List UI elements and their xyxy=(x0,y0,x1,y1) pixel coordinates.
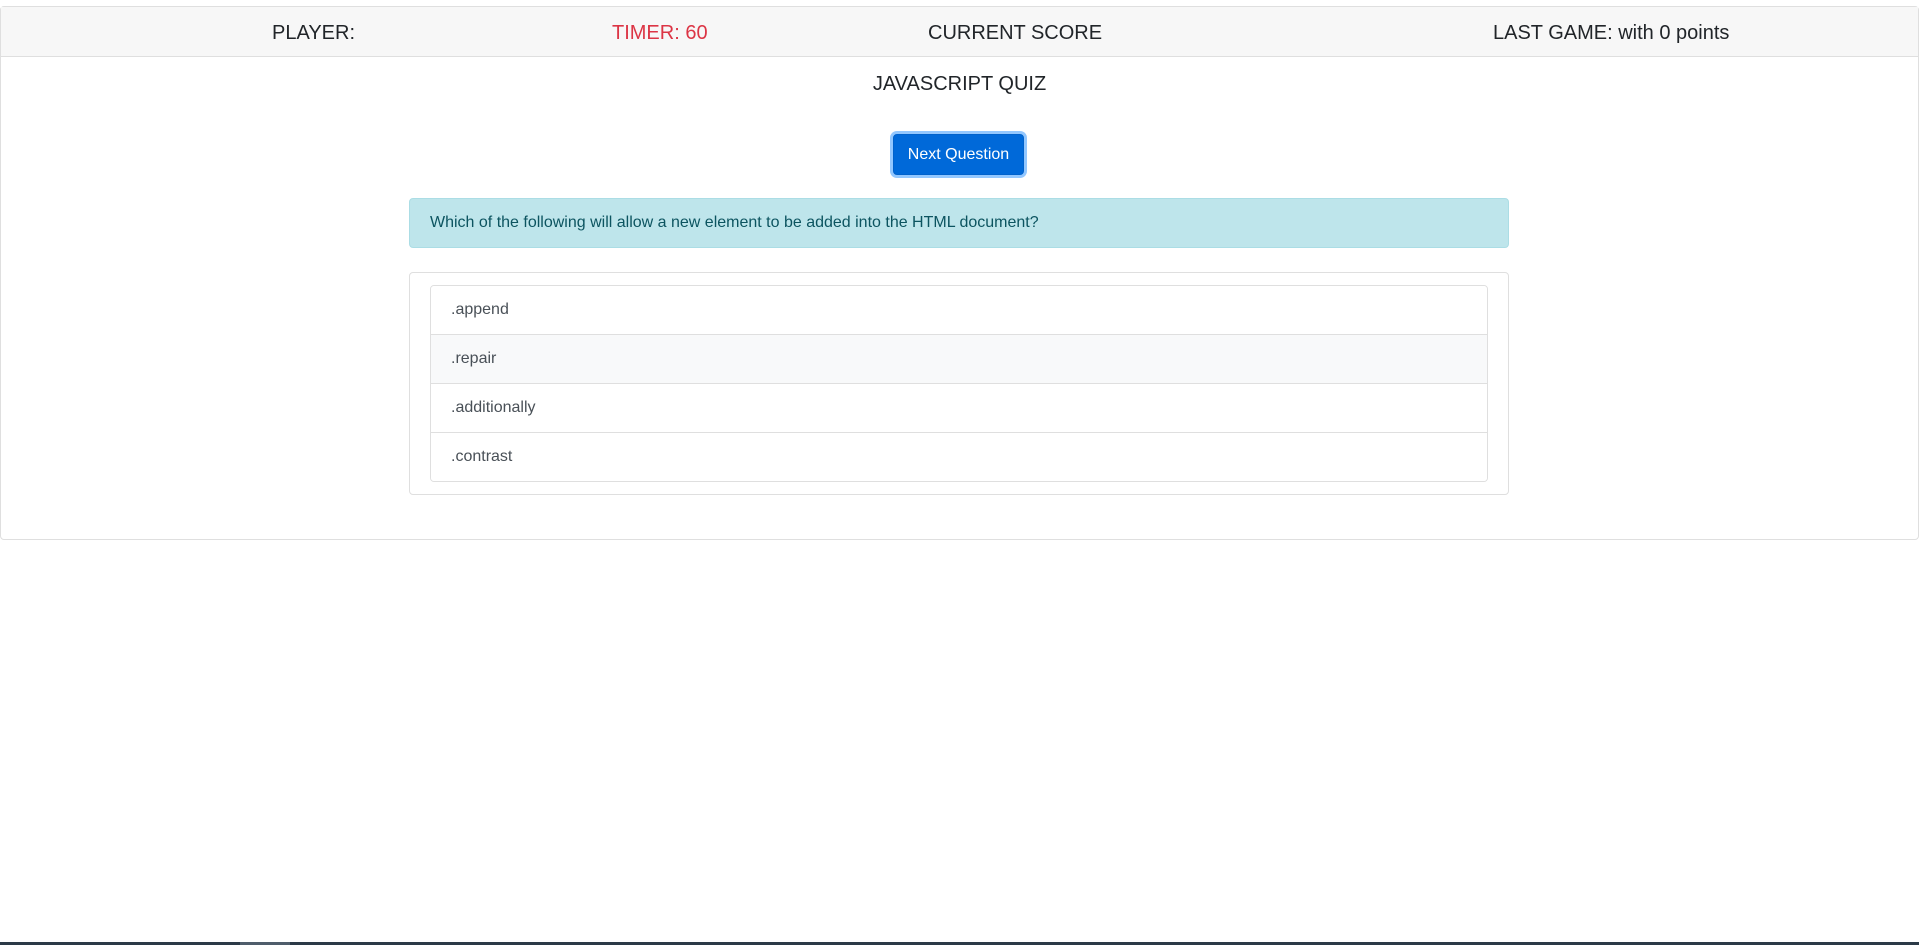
current-score-label: CURRENT SCORE xyxy=(928,22,1103,44)
header-bar: PLAYER: TIMER: 60 CURRENT SCORE LAST GAM… xyxy=(1,7,1918,57)
player-label: PLAYER: xyxy=(272,22,355,44)
answer-option[interactable]: .repair xyxy=(431,335,1487,384)
question-text: Which of the following will allow a new … xyxy=(409,198,1509,248)
timer-label: TIMER: 60 xyxy=(612,22,708,44)
next-question-button[interactable]: Next Question xyxy=(893,134,1024,175)
quiz-title: JAVASCRIPT QUIZ xyxy=(872,73,1047,95)
answer-list: .append .repair .additionally .contrast xyxy=(430,285,1488,482)
answer-option[interactable]: .additionally xyxy=(431,384,1487,433)
answer-option[interactable]: .append xyxy=(431,286,1487,335)
last-game-label: LAST GAME: with 0 points xyxy=(1493,22,1730,44)
answers-card: .append .repair .additionally .contrast xyxy=(409,272,1509,495)
answer-option[interactable]: .contrast xyxy=(431,433,1487,481)
